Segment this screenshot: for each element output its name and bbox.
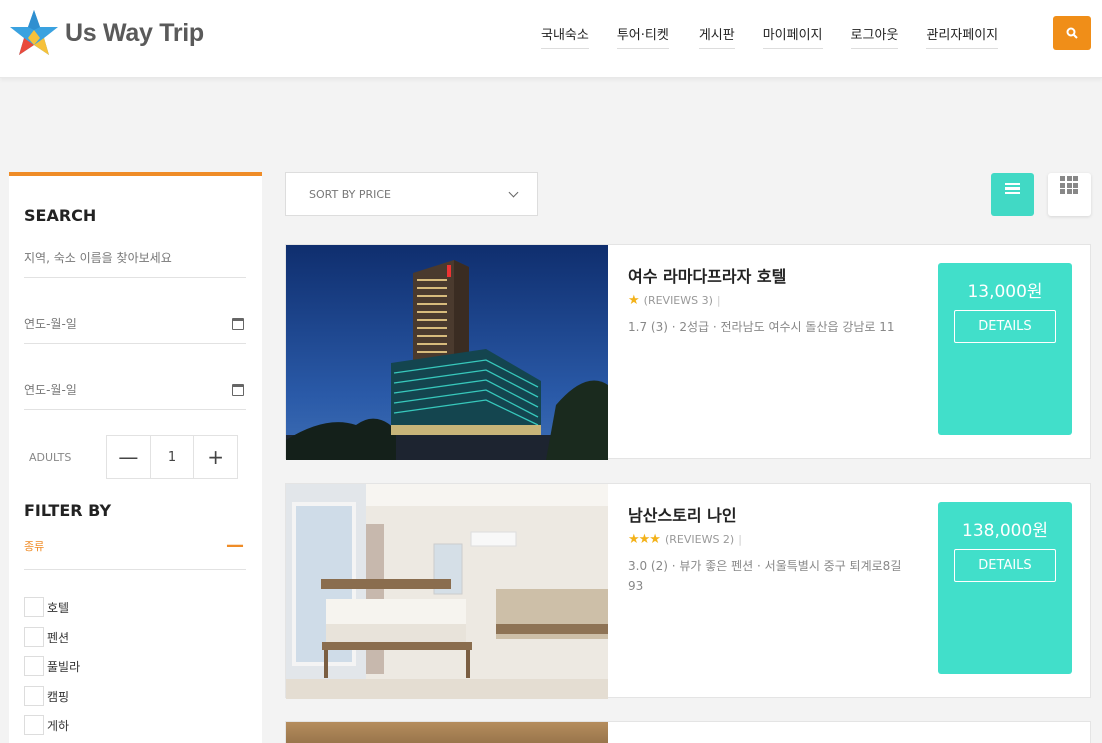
price-box: 13,000원 DETAILS xyxy=(938,263,1072,435)
review-count: (REVIEWS 3) xyxy=(643,294,713,307)
filter-category-label: 종류 xyxy=(24,540,45,553)
checkbox[interactable] xyxy=(24,627,44,647)
rating-row: ★ (REVIEWS 3) | xyxy=(628,293,721,308)
search-title: SEARCH xyxy=(24,206,97,225)
filter-title: FILTER BY xyxy=(24,501,112,520)
hotel-info: 3.0 (2) · 뷰가 좋은 펜션 · 서울특별시 중구 퇴계로8길 93 xyxy=(628,559,902,593)
star-rating-icon: ★★★ xyxy=(628,532,661,547)
grid-icon xyxy=(1060,176,1091,194)
details-button[interactable]: DETAILS xyxy=(954,310,1056,343)
calendar-icon[interactable] xyxy=(232,383,244,396)
main-nav: 국내숙소 투어·티켓 게시판 마이페이지 로그아웃 관리자페이지 xyxy=(541,24,1026,49)
logo[interactable]: Us Way Trip xyxy=(10,8,204,58)
checkbox[interactable] xyxy=(24,715,44,735)
search-input-placeholder: 지역, 숙소 이름을 찾아보세요 xyxy=(24,251,172,265)
nav-admin[interactable]: 관리자페이지 xyxy=(926,24,999,49)
review-count: (REVIEWS 2) xyxy=(664,533,735,546)
brand-name: Us Way Trip xyxy=(65,18,204,47)
site-header: Us Way Trip 국내숙소 투어·티켓 게시판 마이페이지 로그아웃 관리… xyxy=(0,0,1102,78)
filter-category-header[interactable]: 종류 — xyxy=(24,537,246,570)
search-sidebar: SEARCH 지역, 숙소 이름을 찾아보세요 연도-월-일 연도-월-일 AD… xyxy=(9,172,262,743)
grid-view-button[interactable] xyxy=(1048,173,1091,216)
checkin-placeholder: 연도-월-일 xyxy=(24,317,77,331)
list-icon-bar xyxy=(1005,191,1020,195)
checkout-placeholder: 연도-월-일 xyxy=(24,383,77,397)
checkbox[interactable] xyxy=(24,656,44,676)
nav-domestic-stays[interactable]: 국내숙소 xyxy=(541,24,589,49)
filter-option-hotel[interactable]: 호텔 xyxy=(24,597,69,617)
adults-value[interactable]: 1 xyxy=(149,436,195,478)
filter-option-label: 캠핑 xyxy=(47,689,70,704)
increment-button[interactable]: + xyxy=(194,436,237,478)
hotel-name[interactable]: 남산스토리 나인 xyxy=(628,502,737,526)
price: 138,000원 xyxy=(962,521,1048,541)
nav-logout[interactable]: 로그아웃 xyxy=(850,24,899,49)
decrement-button[interactable]: — xyxy=(107,436,150,478)
hotel-photo[interactable] xyxy=(286,245,608,460)
checkout-date-field[interactable]: 연도-월-일 xyxy=(24,370,246,410)
hotel-info: 1.7 (3) · 2성급 · 전라남도 여수시 돌산읍 강남로 11 xyxy=(628,320,895,334)
checkbox[interactable] xyxy=(24,597,44,617)
filter-option-camping[interactable]: 캠핑 xyxy=(24,686,69,706)
price: 13,000원 xyxy=(967,282,1043,302)
search-button[interactable] xyxy=(1053,16,1091,50)
search-icon xyxy=(1066,27,1078,39)
filter-option-guesthouse[interactable]: 게하 xyxy=(24,715,69,735)
result-card[interactable] xyxy=(285,721,1091,743)
filter-option-label: 펜션 xyxy=(47,630,70,645)
checkbox[interactable] xyxy=(24,686,44,706)
search-input[interactable]: 지역, 숙소 이름을 찾아보세요 xyxy=(24,238,246,278)
filter-option-label: 호텔 xyxy=(47,600,70,615)
calendar-icon[interactable] xyxy=(232,317,244,330)
result-card[interactable]: 여수 라마다프라자 호텔 ★ (REVIEWS 3) | 1.7 (3) · 2… xyxy=(285,244,1091,460)
chevron-down-icon xyxy=(508,187,519,197)
list-icon-bar xyxy=(1005,187,1020,190)
sort-label: SORT BY PRICE xyxy=(309,187,392,201)
list-icon-bar xyxy=(1005,182,1020,186)
result-card[interactable]: 남산스토리 나인 ★★★ (REVIEWS 2) | 3.0 (2) · 뷰가 … xyxy=(285,483,1091,699)
filter-option-label: 풀빌라 xyxy=(47,659,81,674)
sort-dropdown[interactable]: SORT BY PRICE xyxy=(285,172,538,216)
rating-row: ★★★ (REVIEWS 2) | xyxy=(628,532,742,547)
checkin-date-field[interactable]: 연도-월-일 xyxy=(24,304,246,344)
details-button[interactable]: DETAILS xyxy=(954,549,1056,582)
collapse-icon[interactable]: — xyxy=(226,537,244,555)
hotel-photo[interactable] xyxy=(286,484,608,699)
adults-label: ADULTS xyxy=(29,451,72,464)
filter-option-pension[interactable]: 펜션 xyxy=(24,627,69,647)
adults-stepper: — 1 + xyxy=(106,435,238,479)
filter-option-poolvilla[interactable]: 풀빌라 xyxy=(24,656,80,676)
star-logo-icon xyxy=(10,10,58,55)
nav-mypage[interactable]: 마이페이지 xyxy=(762,24,823,49)
star-rating-icon: ★ xyxy=(628,293,640,308)
hotel-photo[interactable] xyxy=(286,722,608,743)
filter-option-label: 게하 xyxy=(47,718,70,733)
nav-tour-tickets[interactable]: 투어·티켓 xyxy=(616,24,669,49)
price-box: 138,000원 DETAILS xyxy=(938,502,1072,674)
hotel-name[interactable]: 여수 라마다프라자 호텔 xyxy=(628,263,786,287)
nav-board[interactable]: 게시판 xyxy=(698,24,735,49)
list-view-button[interactable] xyxy=(991,173,1034,216)
